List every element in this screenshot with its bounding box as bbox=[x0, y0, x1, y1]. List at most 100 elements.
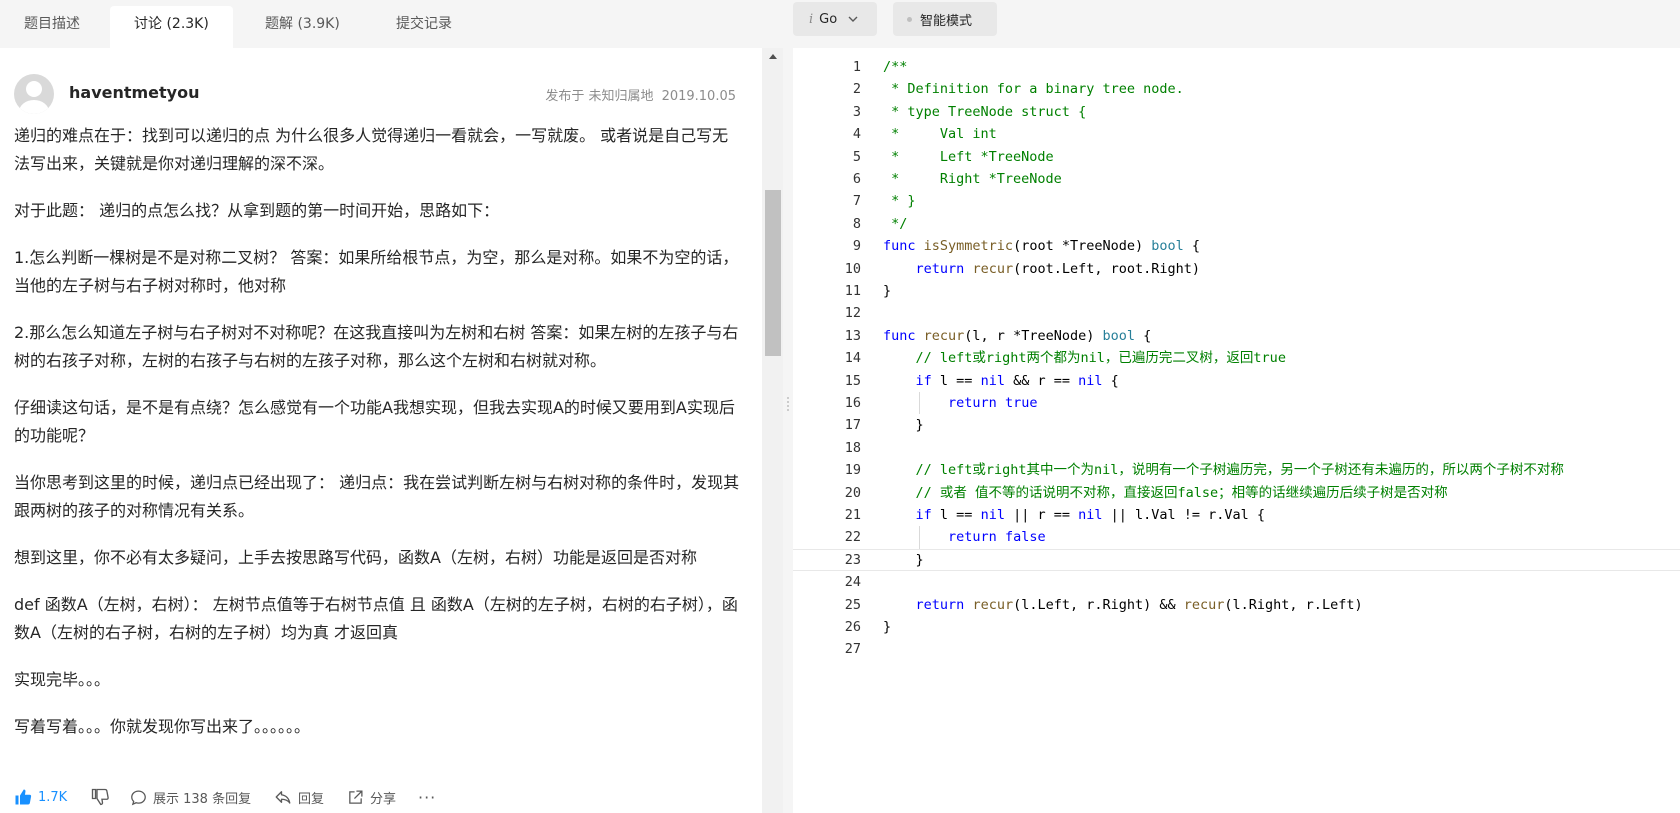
code-text: // left或right两个都为nil，已遍历完二叉树，返回true bbox=[915, 350, 1286, 367]
code-text: // left或right其中一个为nil，说明有一个子树遍历完，另一个子树还有… bbox=[915, 462, 1564, 479]
code-line[interactable]: 9 func isSymmetric(root *TreeNode) bool { bbox=[793, 235, 1680, 257]
code-line[interactable]: 15 if l == nil && r == nil { bbox=[793, 370, 1680, 392]
line-number: 26 bbox=[844, 619, 861, 635]
code-line[interactable]: 24 bbox=[793, 571, 1680, 593]
post-location: 发布于 未知归属地 bbox=[545, 89, 654, 104]
code-text: /** bbox=[883, 59, 908, 75]
smart-mode-button[interactable]: 智能模式 bbox=[893, 2, 997, 36]
code-line[interactable]: 1 /** bbox=[793, 56, 1680, 78]
author-name[interactable]: haventmetyou bbox=[69, 83, 200, 102]
line-number: 15 bbox=[844, 372, 861, 389]
post-meta: 发布于 未知归属地 2019.10.05 bbox=[537, 85, 736, 104]
line-number: 9 bbox=[852, 238, 861, 255]
code-text: if l == nil && r == nil { bbox=[915, 372, 1119, 389]
more-options-icon[interactable]: ··· bbox=[418, 782, 436, 812]
status-dot-icon bbox=[907, 16, 912, 22]
line-number: 20 bbox=[844, 484, 861, 501]
share-button[interactable]: 分享 bbox=[347, 782, 396, 812]
post-paragraph: 仔细读这句话，是不是有点绕？怎么感觉有一个功能A我想实现，但我去实现A的时候又要… bbox=[14, 398, 735, 445]
post-date: 2019.10.05 bbox=[661, 89, 736, 104]
line-number: 27 bbox=[844, 641, 861, 658]
code-text: * Left *TreeNode bbox=[883, 148, 1054, 165]
code-line[interactable]: 8 */ bbox=[793, 213, 1680, 235]
line-number: 11 bbox=[844, 283, 861, 299]
show-replies-button[interactable]: 展示 138 条回复 bbox=[130, 782, 251, 812]
code-line[interactable]: 3 * type TreeNode struct { bbox=[793, 101, 1680, 123]
line-number: 17 bbox=[844, 417, 861, 434]
code-line[interactable]: 10 return recur(root.Left, root.Right) bbox=[793, 258, 1680, 280]
code-text: return true bbox=[948, 395, 1038, 411]
tab-submissions[interactable]: 提交记录 bbox=[372, 6, 476, 48]
problem-tabs: 题目描述 讨论 (2.3K) 题解 (3.9K) 提交记录 bbox=[0, 0, 783, 48]
line-number: 24 bbox=[844, 574, 861, 591]
code-line[interactable]: 20 // 或者 值不等的话说明不对称，直接返回false；相等的话继续遍历后续… bbox=[793, 482, 1680, 504]
code-text: if l == nil || r == nil || l.Val != r.Va… bbox=[915, 507, 1266, 523]
code-text: func isSymmetric(root *TreeNode) bool { bbox=[883, 238, 1201, 255]
code-line[interactable]: 25 return recur(l.Left, r.Right) && recu… bbox=[793, 594, 1680, 616]
code-line[interactable]: 22 return false bbox=[793, 526, 1680, 549]
tab-solutions[interactable]: 题解 (3.9K) bbox=[241, 6, 364, 48]
line-number: 3 bbox=[852, 103, 861, 120]
post-paragraph: 1.怎么判断一棵树是不是对称二叉树？ 答案：如果所给根节点，为空，那么是对称。如… bbox=[14, 248, 739, 295]
post-paragraph: 实现完毕。。。 bbox=[14, 670, 111, 689]
code-line[interactable]: 7 * } bbox=[793, 190, 1680, 212]
code-text: } bbox=[883, 619, 892, 635]
code-text: return recur(l.Left, r.Right) && recur(l… bbox=[915, 596, 1363, 613]
dislike-button[interactable] bbox=[91, 782, 115, 812]
share-icon bbox=[349, 789, 363, 804]
line-number: 18 bbox=[844, 439, 861, 456]
code-text: * } bbox=[883, 193, 916, 210]
code-line[interactable]: 2 * Definition for a binary tree node. bbox=[793, 78, 1680, 100]
code-line[interactable]: 4 * Val int bbox=[793, 123, 1680, 145]
tab-description[interactable]: 题目描述 bbox=[0, 6, 104, 48]
post-actions: 1.7K 展示 138 条回复 回复 分享 ··· bbox=[14, 782, 754, 812]
code-line[interactable]: 19 // left或right其中一个为nil，说明有一个子树遍历完，另一个子… bbox=[793, 459, 1680, 481]
replies-label: 展示 138 条回复 bbox=[153, 791, 252, 807]
code-line[interactable]: 26} bbox=[793, 616, 1680, 638]
line-number: 7 bbox=[852, 193, 861, 210]
drag-grip-icon[interactable] bbox=[785, 395, 791, 419]
comment-icon bbox=[131, 789, 146, 805]
line-number: 14 bbox=[844, 350, 861, 367]
code-line[interactable]: 23 } bbox=[793, 549, 1680, 571]
code-line[interactable]: 12 bbox=[793, 302, 1680, 324]
avatar-head-shape bbox=[26, 81, 42, 97]
line-number: 16 bbox=[844, 395, 861, 411]
code-line[interactable]: 5 * Left *TreeNode bbox=[793, 146, 1680, 168]
code-line[interactable]: 6 * Right *TreeNode bbox=[793, 168, 1680, 190]
discussion-scrollbar[interactable] bbox=[762, 48, 783, 813]
line-number: 25 bbox=[844, 596, 861, 613]
tab-discussion[interactable]: 讨论 (2.3K) bbox=[110, 6, 233, 48]
post-paragraph: 递归的难点在于：找到可以递归的点 为什么很多人觉得递归一看就会，一写就废。 或者… bbox=[14, 126, 729, 173]
code-text: * Definition for a binary tree node. bbox=[883, 81, 1184, 98]
discussion-post: haventmetyou 发布于 未知归属地 2019.10.05 递归的难点在于… bbox=[0, 48, 762, 813]
code-editor[interactable]: 1 /** 2 * Definition for a binary tree nod… bbox=[793, 56, 1680, 813]
code-line[interactable]: 17 } bbox=[793, 414, 1680, 436]
code-line[interactable]: 13 func recur(l, r *TreeNode) bool { bbox=[793, 325, 1680, 347]
line-number: 19 bbox=[844, 462, 861, 479]
line-number: 12 bbox=[844, 305, 861, 322]
info-icon: i bbox=[809, 11, 814, 27]
code-line[interactable]: 27 bbox=[793, 638, 1680, 660]
post-content: 递归的难点在于：找到可以递归的点 为什么很多人觉得递归一看就会，一写就废。 或者… bbox=[14, 122, 742, 760]
panel-resize-divider[interactable] bbox=[783, 0, 793, 813]
scroll-thumb[interactable] bbox=[765, 190, 781, 356]
code-line[interactable]: 16 return true bbox=[793, 392, 1680, 415]
post-paragraph: 2.那么怎么知道左子树与右子树对不对称呢？在这我直接叫为左树和右树 答案：如果左… bbox=[14, 323, 739, 370]
code-panel: i Go 智能模式 1 /** 2 * Definition for a binar… bbox=[793, 0, 1680, 813]
code-line[interactable]: 11} bbox=[793, 280, 1680, 302]
code-line[interactable]: 21 if l == nil || r == nil || l.Val != r… bbox=[793, 504, 1680, 526]
code-line[interactable]: 18 bbox=[793, 437, 1680, 459]
line-number: 8 bbox=[852, 215, 861, 232]
discussion-panel: 题目描述 讨论 (2.3K) 题解 (3.9K) 提交记录 haventmety… bbox=[0, 0, 783, 813]
like-button[interactable]: 1.7K bbox=[14, 782, 67, 812]
reply-button[interactable]: 回复 bbox=[274, 782, 324, 812]
code-text: return recur(root.Left, root.Right) bbox=[915, 260, 1201, 277]
code-text: return false bbox=[948, 529, 1046, 546]
scroll-up-arrow-icon[interactable] bbox=[769, 54, 777, 59]
avatar[interactable] bbox=[14, 74, 54, 114]
post-paragraph: 写着写着。。。你就发现你写出来了。。。。。。 bbox=[14, 717, 311, 736]
language-value: Go bbox=[819, 11, 838, 27]
language-select[interactable]: i Go bbox=[793, 2, 877, 36]
code-line[interactable]: 14 // left或right两个都为nil，已遍历完二叉树，返回true bbox=[793, 347, 1680, 369]
